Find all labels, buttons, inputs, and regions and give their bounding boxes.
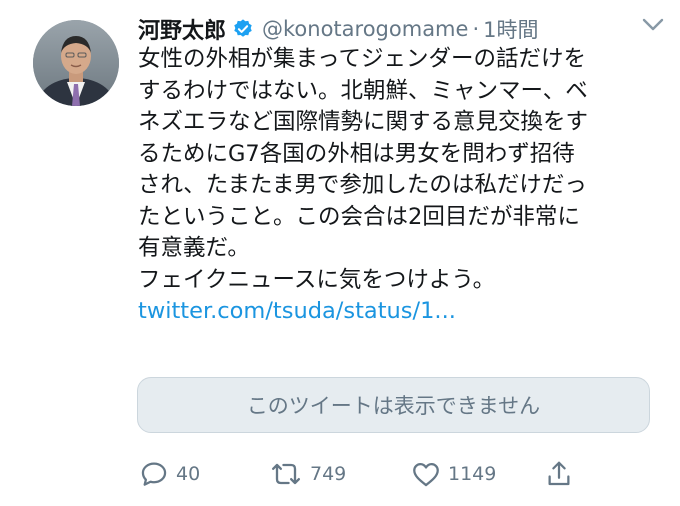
verified-badge-icon [234, 19, 252, 37]
tweet-text-line: され、たまたま男で参加したのは私だけだっ [138, 172, 587, 198]
tweet-actions: 40 749 1149 [138, 456, 658, 492]
share-icon [548, 461, 570, 486]
tweet-text-line: 有意義だ。 [138, 235, 250, 261]
separator-dot: · [472, 17, 480, 41]
retweet-count: 749 [310, 463, 347, 485]
retweet-icon [271, 463, 301, 485]
tweet-link[interactable]: twitter.com/tsuda/status/1... [138, 296, 658, 328]
tweet-text: 女性の外相が集まってジェンダーの話だけを するわけではない。北朝鮮、ミャンマー、… [138, 44, 658, 328]
tweet-text-line: ネズエラなど国際情勢に関する意見交換をす [138, 109, 589, 135]
tweet-header: 河野太郎 @konotarogomame · 1時間 [138, 12, 640, 46]
like-icon [413, 463, 439, 487]
tweet-text-line: フェイクニュースに気をつけよう。 [138, 266, 496, 293]
quoted-tweet-unavailable[interactable]: このツイートは表示できません [137, 377, 650, 433]
reply-button[interactable]: 40 [138, 456, 200, 492]
reply-count: 40 [176, 463, 201, 485]
like-count: 1149 [448, 463, 497, 485]
tweet-text-line: るためにG7各国の外相は男女を問わず招待 [138, 140, 575, 167]
tweet-text-line: するわけではない。北朝鮮、ミャンマー、ベ [138, 77, 588, 104]
author-avatar[interactable] [33, 20, 119, 106]
author-name[interactable]: 河野太郎 [138, 13, 226, 45]
retweet-button[interactable]: 749 [268, 456, 346, 492]
like-button[interactable]: 1149 [410, 456, 496, 492]
tweet-text-line: たということ。この会合は2回目だが非常に [138, 203, 580, 230]
caret-down-icon[interactable] [642, 18, 664, 32]
quote-unavailable-label: このツイートは表示できません [246, 394, 541, 418]
share-button[interactable] [544, 456, 574, 492]
tweet-text-line: 女性の外相が集まってジェンダーの話だけを [138, 46, 586, 72]
avatar-photo [33, 20, 119, 106]
author-handle[interactable]: @konotarogomame [262, 17, 468, 41]
reply-icon [141, 462, 167, 486]
tweet-timestamp[interactable]: 1時間 [483, 14, 538, 44]
